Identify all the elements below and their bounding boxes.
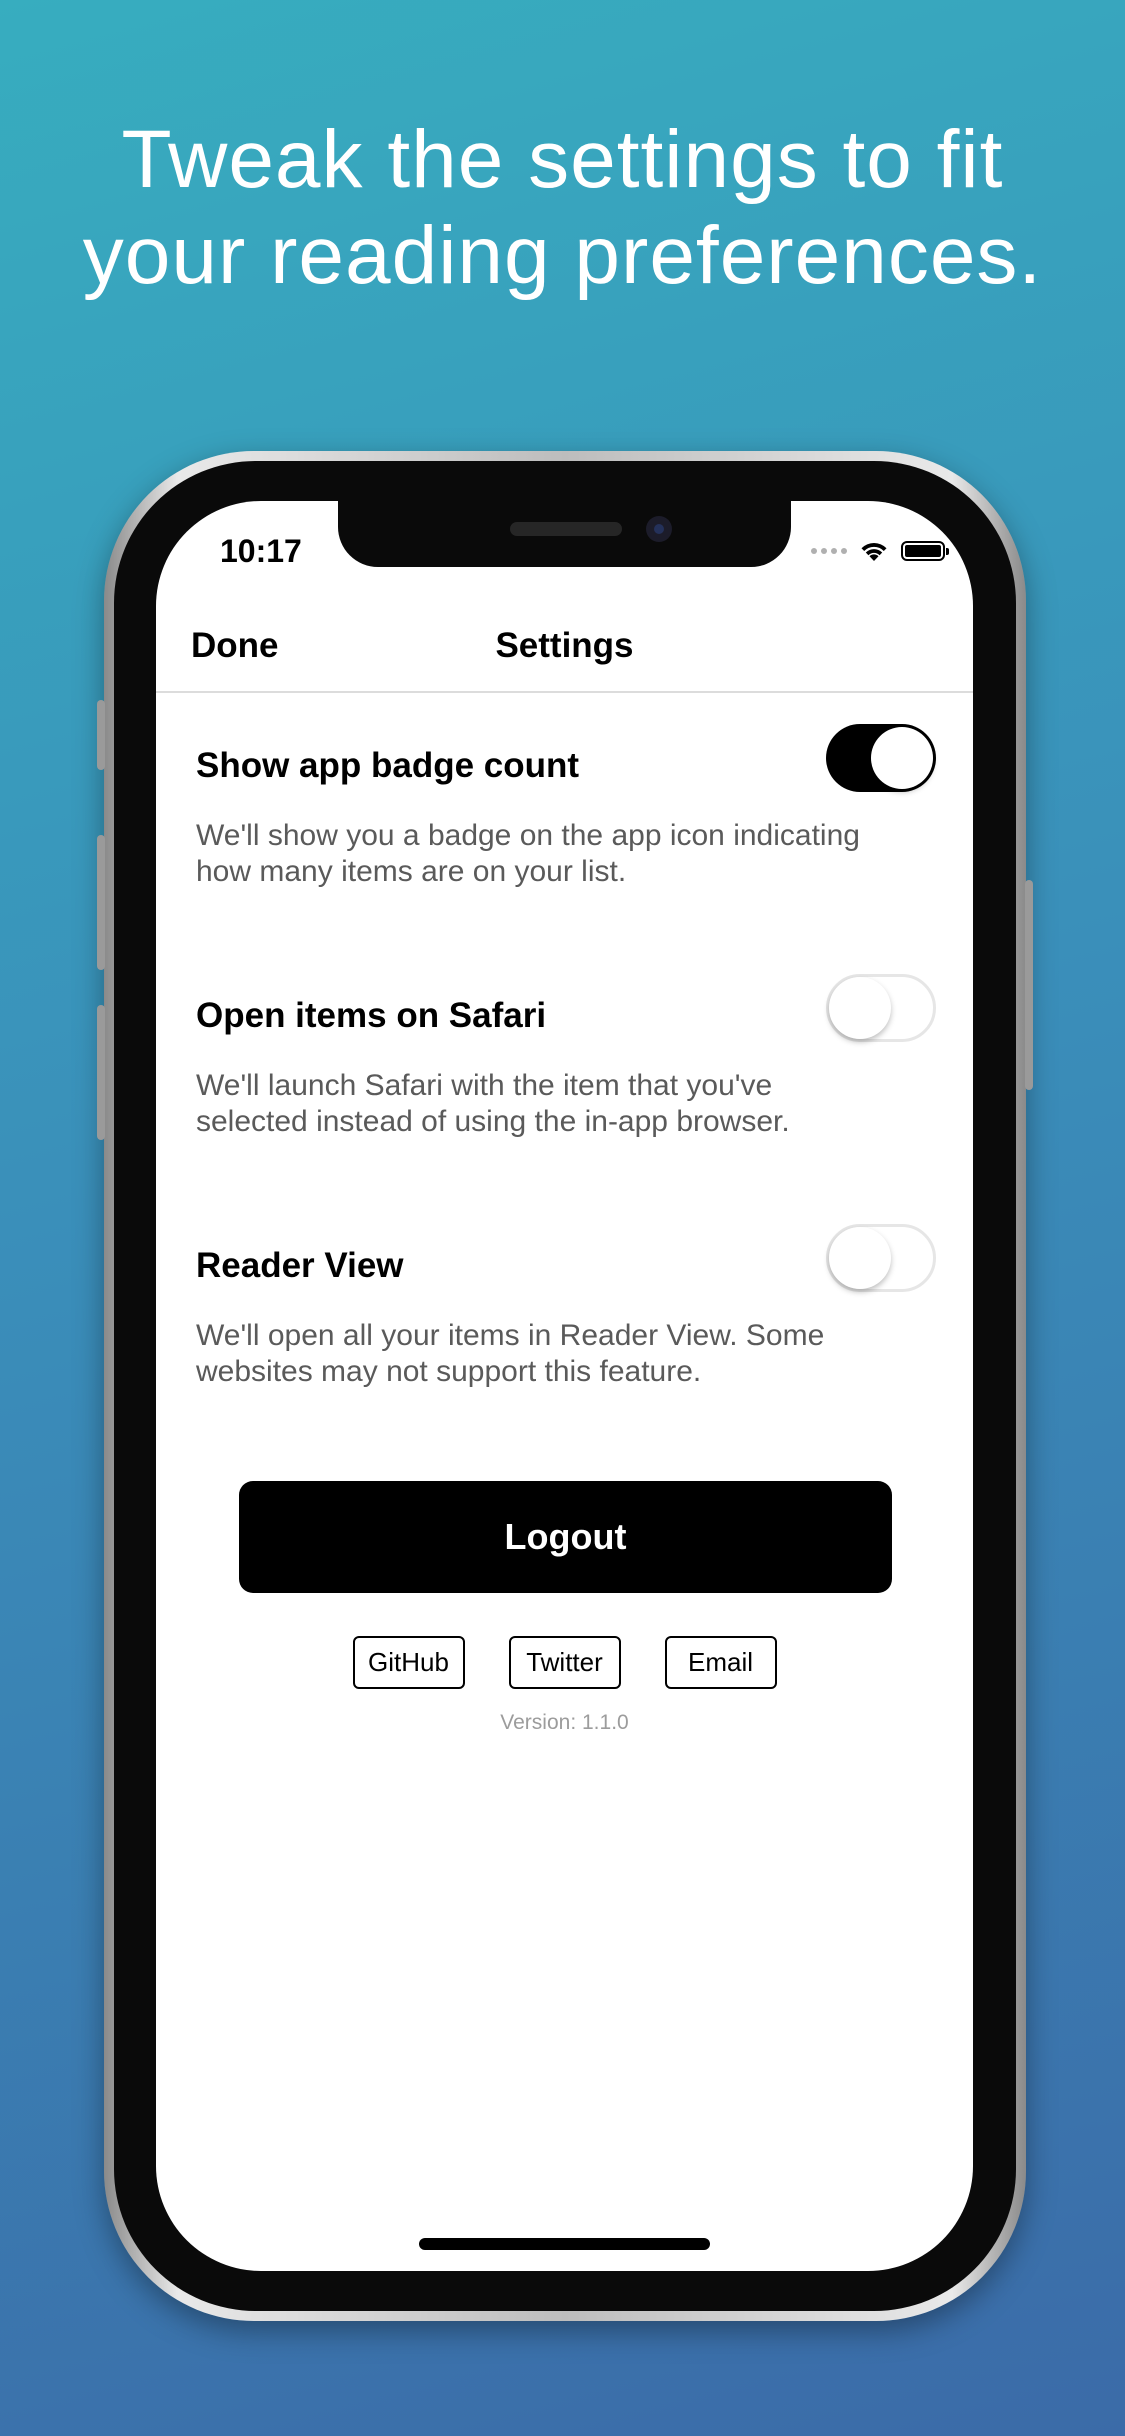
setting-description: We'll open all your items in Reader View… [196, 1318, 896, 1390]
toggle-knob [871, 727, 933, 789]
done-button[interactable]: Done [191, 626, 279, 666]
mute-switch [97, 700, 105, 770]
description-line: websites may not support this feature. [196, 1355, 702, 1388]
toggle-knob [829, 1227, 891, 1289]
description-line: We'll show you a badge on the app icon i… [196, 819, 860, 852]
signal-dots-icon [811, 548, 847, 554]
setting-description: We'll launch Safari with the item that y… [196, 1068, 896, 1140]
headline: Tweak the settings to fit your reading p… [0, 112, 1125, 304]
version-label: Version: 1.1.0 [500, 1711, 629, 1734]
status-time: 10:17 [220, 533, 302, 569]
twitter-link[interactable]: Twitter [508, 1636, 621, 1689]
volume-down-button [97, 1005, 105, 1140]
description-line: We'll launch Safari with the item that y… [196, 1069, 773, 1102]
description-line: how many items are on your list. [196, 855, 627, 888]
home-indicator[interactable] [419, 2238, 710, 2250]
github-link[interactable]: GitHub [352, 1636, 465, 1689]
battery-icon [901, 541, 949, 561]
wifi-icon [861, 542, 887, 561]
notch [338, 501, 791, 567]
headline-line-1: Tweak the settings to fit [121, 114, 1004, 205]
page-title: Settings [495, 626, 634, 665]
phone-screen: 10:17 Done Settings Show app badge count… [156, 501, 973, 2271]
email-link[interactable]: Email [664, 1636, 777, 1689]
power-button [1025, 880, 1033, 1090]
open-safari-toggle[interactable] [826, 974, 936, 1042]
setting-title: Reader View [196, 1246, 404, 1285]
setting-description: We'll show you a badge on the app icon i… [196, 818, 896, 890]
reader-view-toggle[interactable] [826, 1224, 936, 1292]
description-line: selected instead of using the in-app bro… [196, 1105, 790, 1138]
toggle-knob [829, 977, 891, 1039]
front-camera-icon [646, 516, 672, 542]
status-icons [811, 539, 949, 563]
setting-title: Show app badge count [196, 746, 580, 785]
headline-line-2: your reading preferences. [82, 210, 1043, 301]
description-line: We'll open all your items in Reader View… [196, 1319, 825, 1352]
navigation-bar: Done Settings [156, 611, 973, 693]
social-links: GitHub Twitter Email [156, 1636, 973, 1689]
setting-title: Open items on Safari [196, 996, 547, 1035]
logout-button[interactable]: Logout [239, 1481, 892, 1593]
badge-count-toggle[interactable] [826, 724, 936, 792]
volume-up-button [97, 835, 105, 970]
speaker-grille [510, 522, 622, 536]
